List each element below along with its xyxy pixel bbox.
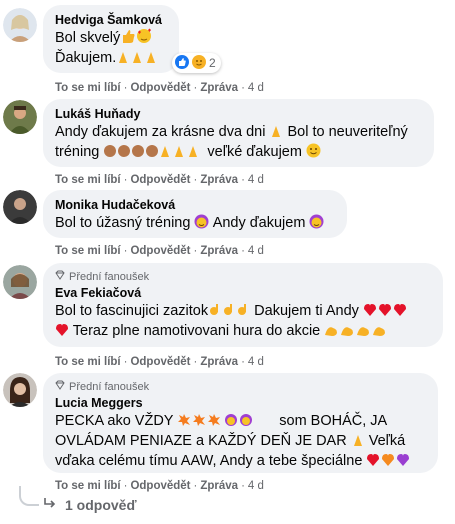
comment-timestamp[interactable]: 4 d [248, 174, 264, 186]
comment-author[interactable]: Eva Fekiačová [55, 285, 431, 301]
diamond-icon [55, 270, 65, 284]
like-reaction-icon [175, 54, 189, 72]
top-fan-badge: Přední fanoušek [55, 270, 431, 284]
reply-link[interactable]: Odpovědět [130, 245, 190, 257]
avatar[interactable] [3, 373, 37, 407]
avatar[interactable] [3, 265, 37, 299]
like-link[interactable]: To se mi líbí [55, 356, 121, 368]
reply-link[interactable]: Odpovědět [130, 480, 190, 492]
comment-actions: To se mi líbí · Odpovědět · Zpráva · 4 d [55, 82, 264, 94]
comment-actions: To se mi líbí · Odpovědět · Zpráva · 4 d [55, 174, 264, 186]
fist-bump-emoji [103, 144, 203, 158]
reply-link[interactable]: Odpovědět [130, 356, 190, 368]
message-link[interactable]: Zpráva [200, 82, 238, 94]
comment-bubble: Přední fanoušek Lucia Meggers PECKA ako … [43, 373, 438, 473]
comment-timestamp[interactable]: 4 d [248, 82, 264, 94]
diamond-icon [55, 380, 65, 394]
comment-actions: To se mi líbí · Odpovědět · Zpráva · 4 d [55, 356, 264, 368]
red-heart-emoji [55, 323, 69, 337]
comment-bubble: Hedviga Šamková Bol skvelý Ďakujem. [43, 5, 179, 73]
folded-hands-emoji [351, 433, 365, 447]
message-link[interactable]: Zpráva [200, 356, 238, 368]
like-link[interactable]: To se mi líbí [55, 480, 121, 492]
red-heart-emoji [363, 303, 409, 317]
folded-hands-emoji [269, 124, 283, 138]
star-struck-emoji [194, 214, 209, 229]
message-link[interactable]: Zpráva [200, 480, 238, 492]
comment-bubble: Přední fanoušek Eva Fekiačová Bol to fas… [43, 263, 443, 347]
comment-text: Bol skvelý Ďakujem. [55, 28, 167, 68]
star-struck-emoji [309, 214, 324, 229]
reaction-summary[interactable]: 2 [172, 53, 221, 73]
avatar[interactable] [3, 100, 37, 134]
avatar[interactable] [3, 8, 37, 42]
comment-timestamp[interactable]: 4 d [248, 356, 264, 368]
comment-author[interactable]: Lucia Meggers [55, 395, 426, 411]
love-reaction-icon [192, 54, 206, 72]
comment-text: Bol to fascinujici zazitok Dakujem ti An… [55, 301, 431, 341]
thumbs-up-emoji [120, 28, 136, 44]
comment-actions: To se mi líbí · Odpovědět · Zpráva · 4 d [55, 245, 264, 257]
comment-text: Andy ďakujem za krásne dva dni Bol to ne… [55, 124, 408, 160]
comment-text: PECKA ako VŽDY som BOHÁČ, JA OVLÁDAM PEN… [55, 411, 426, 471]
comment-author[interactable]: Lukáš Huňady [55, 106, 422, 122]
smiling-hearts-emoji [136, 28, 152, 44]
view-replies-link[interactable]: 1 odpověď [19, 486, 137, 513]
message-link[interactable]: Zpráva [200, 245, 238, 257]
reply-thread-line [19, 486, 39, 506]
top-fan-badge: Přední fanoušek [55, 380, 426, 394]
like-link[interactable]: To se mi líbí [55, 245, 121, 257]
collision-star-struck-emoji [177, 413, 275, 427]
avatar[interactable] [3, 190, 37, 224]
like-link[interactable]: To se mi líbí [55, 174, 121, 186]
comment-actions: To se mi líbí · Odpovědět · Zpráva · 4 d [55, 480, 264, 492]
replies-count: 1 odpověď [65, 496, 137, 513]
ok-hand-emoji [208, 303, 250, 317]
folded-hands-emoji [116, 50, 158, 64]
hearts-emoji [366, 453, 414, 467]
reply-link[interactable]: Odpovědět [130, 82, 190, 94]
like-link[interactable]: To se mi líbí [55, 82, 121, 94]
smiling-face-emoji [306, 143, 321, 158]
comment-author[interactable]: Hedviga Šamková [55, 12, 167, 28]
comment-text: Bol to úžasný tréning Andy ďakujem [55, 213, 335, 233]
comment-timestamp[interactable]: 4 d [248, 245, 264, 257]
reaction-count: 2 [209, 56, 216, 70]
comment-bubble: Lukáš Huňady Andy ďakujem za krásne dva … [43, 99, 434, 167]
reply-arrow-icon [43, 496, 57, 513]
message-link[interactable]: Zpráva [200, 174, 238, 186]
comment-author[interactable]: Monika Hudačeková [55, 197, 335, 213]
comment-bubble: Monika Hudačeková Bol to úžasný tréning … [43, 190, 347, 238]
flexed-biceps-emoji [324, 323, 388, 337]
reply-link[interactable]: Odpovědět [130, 174, 190, 186]
comment-timestamp[interactable]: 4 d [248, 480, 264, 492]
